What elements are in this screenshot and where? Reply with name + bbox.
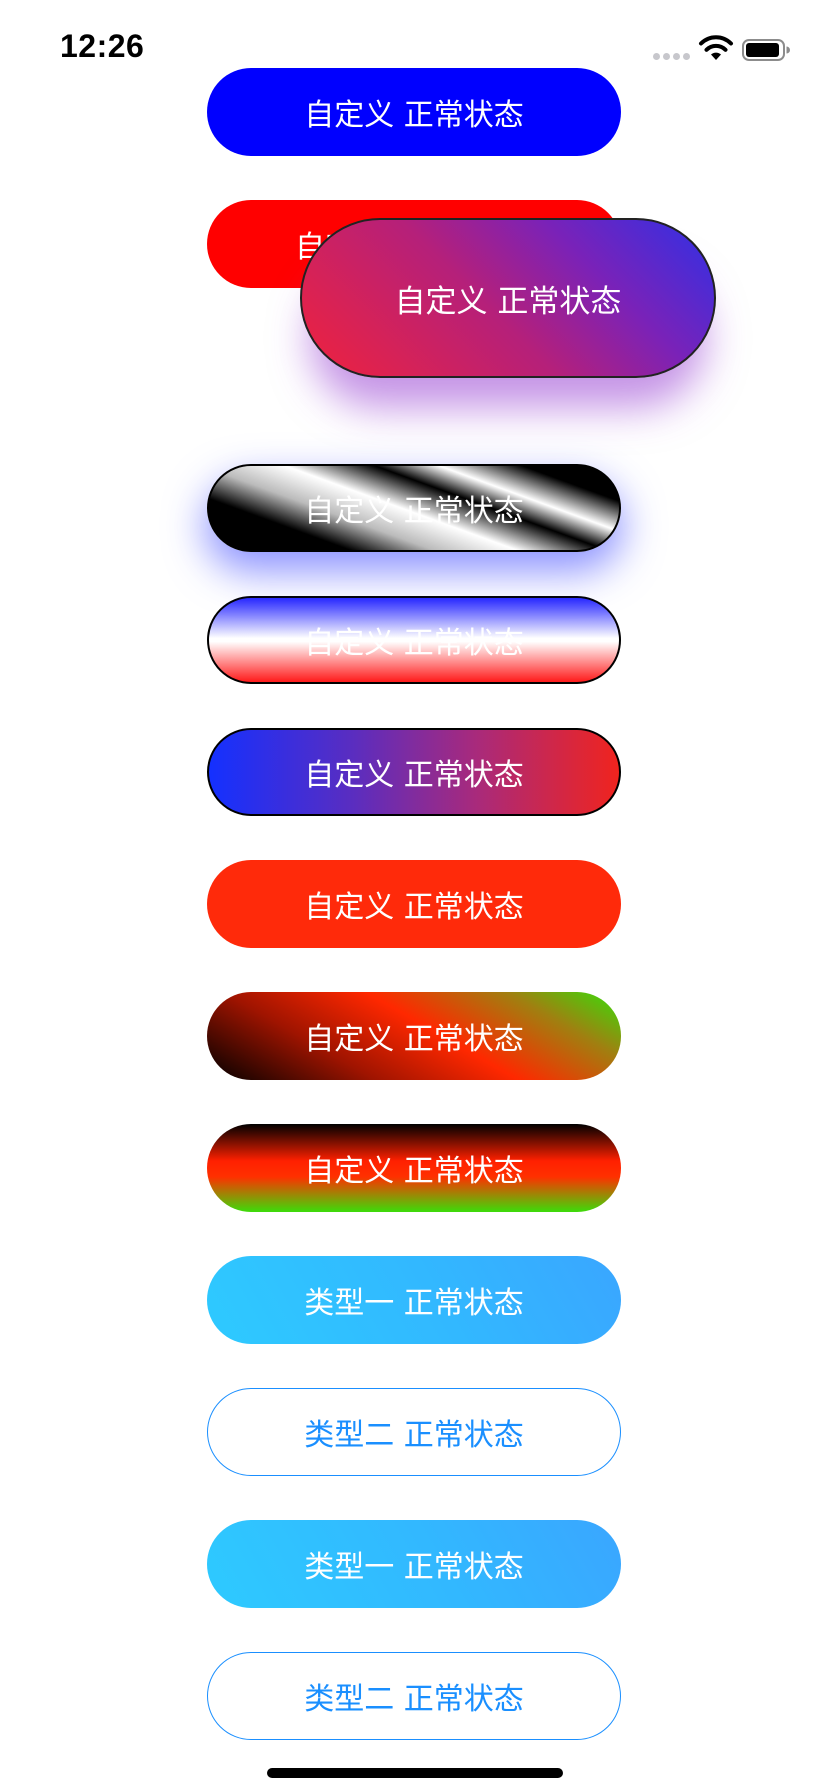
- custom-orange-button[interactable]: 自定义 正常状态: [207, 860, 621, 948]
- button-label: 类型一 正常状态: [304, 1286, 524, 1321]
- wifi-icon: [699, 35, 733, 60]
- type-one-button[interactable]: 类型一 正常状态: [207, 1256, 621, 1344]
- type-one-button-second[interactable]: 类型一 正常状态: [207, 1520, 621, 1608]
- button-label: 自定义 正常状态: [304, 890, 524, 925]
- button-label: 自定义 正常状态: [304, 1022, 524, 1057]
- button-label: 自定义 正常状态: [304, 494, 524, 529]
- button-label: 自定义 正常状态: [304, 626, 524, 661]
- custom-blue-button[interactable]: 自定义 正常状态: [207, 68, 621, 156]
- type-two-button-second[interactable]: 类型二 正常状态: [207, 1652, 621, 1740]
- battery-icon: [742, 39, 790, 61]
- custom-black-red-green-vertical-button[interactable]: 自定义 正常状态: [207, 1124, 621, 1212]
- cellular-signal-icon: [653, 53, 693, 61]
- button-label: 自定义 正常状态: [394, 283, 622, 320]
- type-two-button[interactable]: 类型二 正常状态: [207, 1388, 621, 1476]
- status-time: 12:26: [60, 28, 145, 64]
- custom-black-white-gradient-button[interactable]: 自定义 正常状态: [207, 464, 621, 552]
- custom-black-red-green-diagonal-button[interactable]: 自定义 正常状态: [207, 992, 621, 1080]
- custom-gradient-shadow-button[interactable]: 自定义 正常状态: [300, 218, 716, 378]
- button-label: 自定义 正常状态: [304, 758, 524, 793]
- custom-blue-red-gradient-button[interactable]: 自定义 正常状态: [207, 728, 621, 816]
- button-label: 类型一 正常状态: [304, 1550, 524, 1585]
- button-label: 自定义 正常状态: [304, 98, 524, 133]
- custom-blue-white-red-gradient-button[interactable]: 自定义 正常状态: [207, 596, 621, 684]
- home-indicator[interactable]: [267, 1768, 563, 1778]
- button-label: 类型二 正常状态: [304, 1682, 524, 1717]
- button-label: 类型二 正常状态: [304, 1418, 524, 1453]
- button-label: 自定义 正常状态: [304, 1154, 524, 1189]
